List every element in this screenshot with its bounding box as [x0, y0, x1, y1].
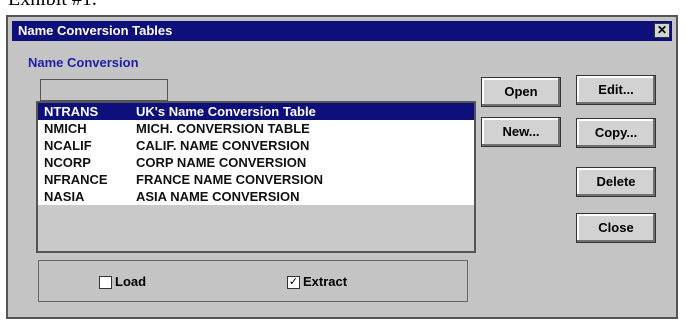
list-item-code: NCORP [44, 155, 91, 170]
open-button[interactable]: Open [481, 77, 561, 107]
list-item-code: NTRANS [44, 104, 99, 119]
extract-checkbox[interactable]: ✓ [287, 276, 300, 289]
list-item-code: NFRANCE [44, 172, 108, 187]
list-item[interactable]: NMICH MICH. CONVERSION TABLE [38, 120, 474, 137]
list-item-code: NMICH [44, 121, 87, 136]
list-item[interactable]: NTRANS UK's Name Conversion Table [38, 103, 474, 120]
list-item[interactable]: NFRANCE FRANCE NAME CONVERSION [38, 171, 474, 188]
close-button[interactable]: Close [576, 213, 656, 243]
group-label: Name Conversion [28, 55, 139, 70]
list-item-name: CORP NAME CONVERSION [136, 155, 307, 170]
name-conversion-dialog: Name Conversion Tables ✕ Name Conversion… [6, 15, 678, 319]
list-item[interactable]: NASIA ASIA NAME CONVERSION [38, 188, 474, 205]
edit-button[interactable]: Edit... [576, 75, 656, 105]
close-icon[interactable]: ✕ [654, 23, 670, 38]
list-item-name: CALIF. NAME CONVERSION [136, 138, 310, 153]
list-item-name: UK's Name Conversion Table [136, 104, 316, 119]
list-item-code: NCALIF [44, 138, 92, 153]
exhibit-label: Exhibit #1. [8, 0, 97, 11]
conversion-table-list[interactable]: NTRANS UK's Name Conversion Table NMICH … [36, 101, 476, 253]
list-item-code: NASIA [44, 189, 85, 204]
list-item-name: MICH. CONVERSION TABLE [136, 121, 310, 136]
extract-label[interactable]: Extract [303, 274, 347, 289]
list-item[interactable]: NCORP CORP NAME CONVERSION [38, 154, 474, 171]
copy-button[interactable]: Copy... [576, 118, 656, 148]
new-button[interactable]: New... [481, 117, 561, 147]
list-item-name: ASIA NAME CONVERSION [136, 189, 300, 204]
load-label[interactable]: Load [115, 274, 146, 289]
load-checkbox[interactable] [99, 276, 112, 289]
list-item-name: FRANCE NAME CONVERSION [136, 172, 324, 187]
list-item[interactable]: NCALIF CALIF. NAME CONVERSION [38, 137, 474, 154]
delete-button[interactable]: Delete [576, 167, 656, 197]
options-group: Load ✓ Extract [38, 260, 468, 302]
title-bar: Name Conversion Tables ✕ [12, 21, 672, 41]
window-title: Name Conversion Tables [18, 23, 173, 38]
name-input[interactable] [40, 79, 168, 101]
